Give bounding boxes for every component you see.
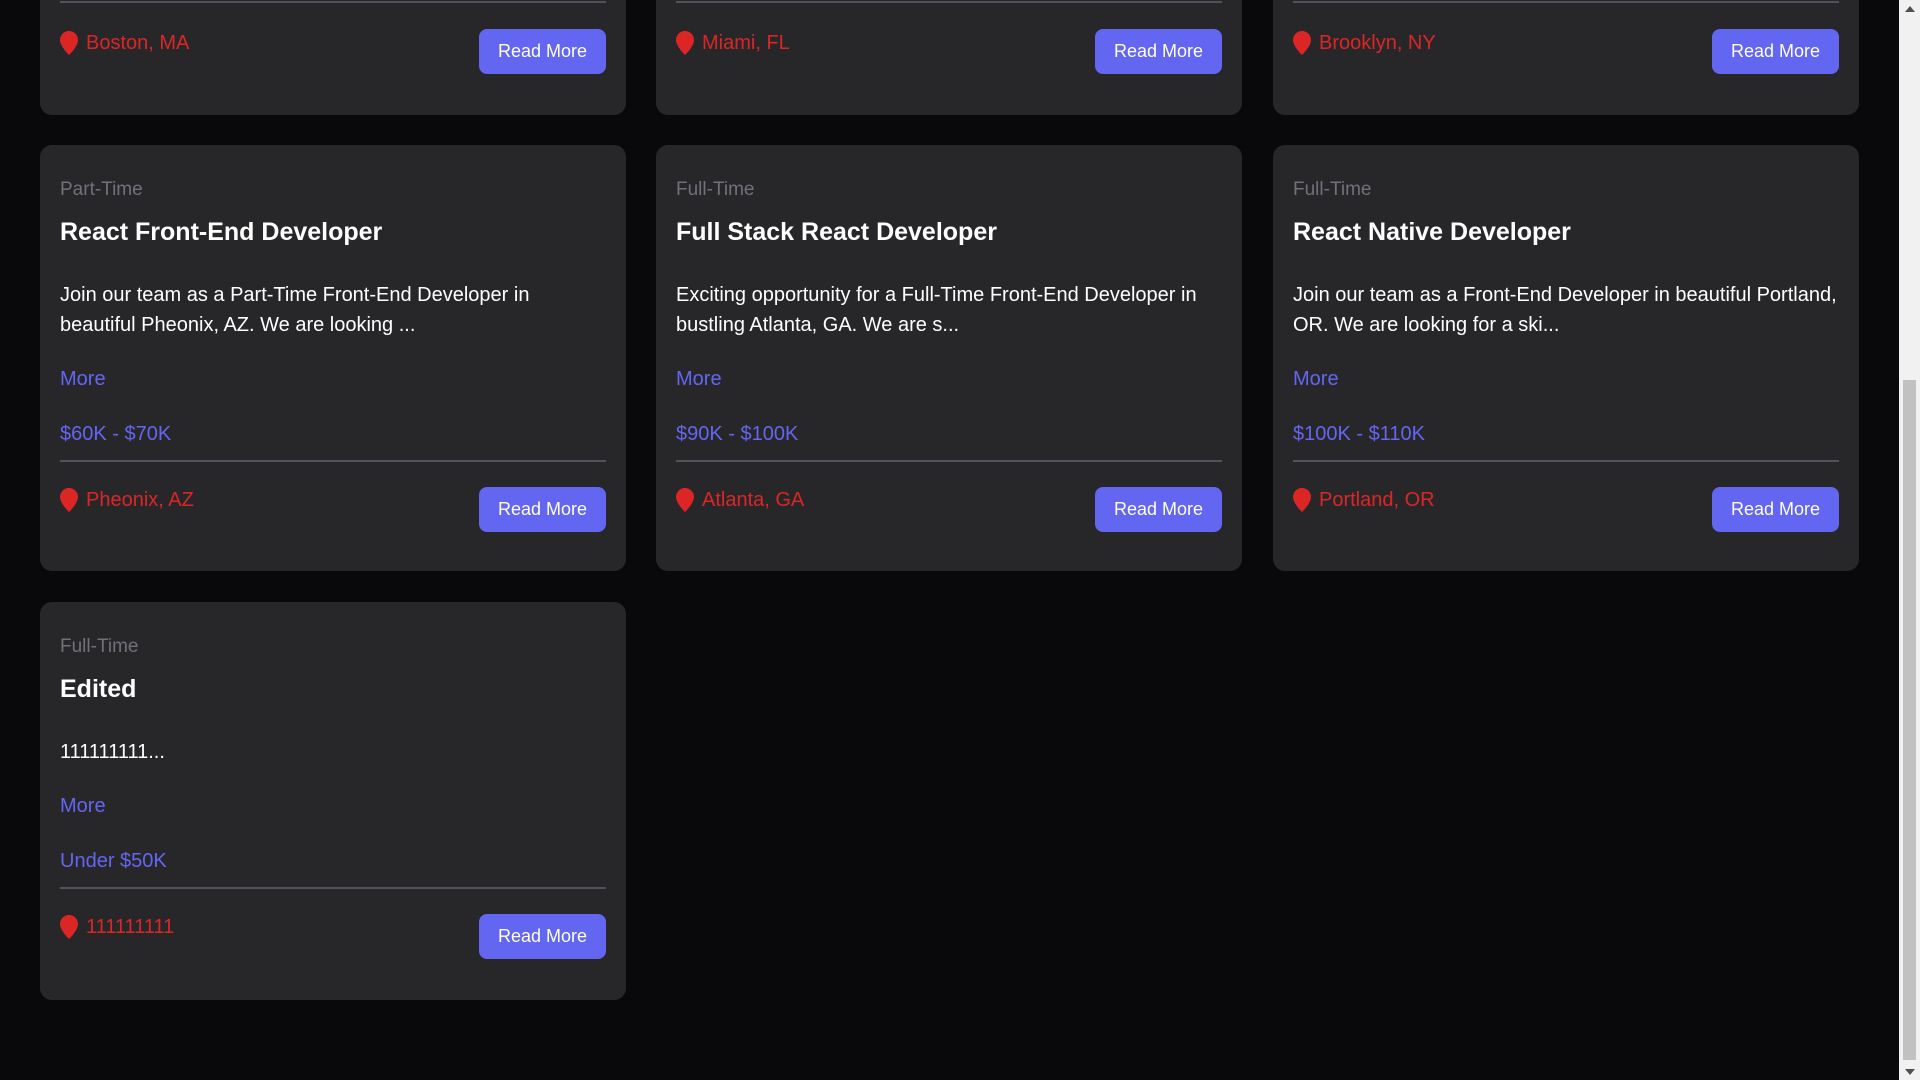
job-location-text: Brooklyn, NY — [1319, 32, 1436, 54]
arrow-up-icon — [1904, 5, 1915, 12]
job-location: Portland, OR — [1293, 488, 1435, 512]
job-card: Part-Time React Front-End Developer Join… — [40, 145, 626, 571]
job-card: Miami, FL Read More — [656, 0, 1242, 115]
map-pin-icon — [60, 915, 78, 939]
job-location: 111111111 — [60, 915, 174, 939]
more-link[interactable]: More — [60, 367, 106, 391]
map-pin-icon — [1293, 488, 1311, 512]
job-title: React Front-End Developer — [60, 218, 383, 246]
job-location: Brooklyn, NY — [1293, 31, 1436, 55]
card-divider — [60, 1, 606, 3]
job-location: Boston, MA — [60, 31, 189, 55]
card-divider — [676, 460, 1222, 462]
job-location: Miami, FL — [676, 31, 790, 55]
job-location-text: 111111111 — [86, 916, 175, 938]
scroll-down-arrow[interactable] — [1899, 1063, 1920, 1080]
job-title: Full Stack React Developer — [676, 218, 997, 246]
job-type: Part-Time — [60, 179, 143, 200]
job-description: Join our team as a Part-Time Front-End D… — [60, 284, 530, 336]
map-pin-icon — [60, 31, 78, 55]
job-location-text: Atlanta, GA — [702, 489, 805, 511]
job-salary: $60K - $70K — [60, 423, 172, 445]
more-link[interactable]: More — [676, 367, 722, 391]
card-divider — [60, 460, 606, 462]
job-location-text: Pheonix, AZ — [86, 489, 194, 511]
job-description: 111111111... — [60, 741, 165, 763]
read-more-button[interactable]: Read More — [1095, 29, 1222, 74]
map-pin-icon — [1293, 31, 1311, 55]
scrollbar-thumb[interactable] — [1903, 380, 1916, 1060]
job-type: Full-Time — [60, 636, 139, 657]
card-divider — [1293, 1, 1839, 3]
job-description: Exciting opportunity for a Full-Time Fro… — [676, 284, 1197, 336]
read-more-button[interactable]: Read More — [479, 914, 606, 959]
job-title: Edited — [60, 675, 137, 703]
read-more-button[interactable]: Read More — [1095, 487, 1222, 532]
job-location-text: Miami, FL — [702, 32, 790, 54]
card-divider — [60, 887, 606, 889]
job-location: Pheonix, AZ — [60, 488, 194, 512]
scroll-up-arrow[interactable] — [1899, 0, 1920, 17]
job-description: Join our team as a Front-End Developer i… — [1293, 284, 1837, 336]
job-salary: $90K - $100K — [676, 423, 799, 445]
job-card: Full-Time Full Stack React Developer Exc… — [656, 145, 1242, 571]
job-salary: $100K - $110K — [1293, 423, 1425, 445]
job-type: Full-Time — [676, 179, 755, 200]
map-pin-icon — [676, 31, 694, 55]
job-type: Full-Time — [1293, 179, 1372, 200]
map-pin-icon — [60, 488, 78, 512]
job-card: Full-Time React Native Developer Join ou… — [1273, 145, 1859, 571]
card-divider — [1293, 460, 1839, 462]
map-pin-icon — [676, 488, 694, 512]
read-more-button[interactable]: Read More — [1712, 29, 1839, 74]
job-salary: Under $50K — [60, 850, 167, 872]
job-location-text: Boston, MA — [86, 32, 190, 54]
more-link[interactable]: More — [1293, 367, 1339, 391]
card-divider — [676, 1, 1222, 3]
job-listings-page: Boston, MA Read More Miami, FL Read More… — [0, 0, 1899, 1080]
more-link[interactable]: More — [60, 794, 106, 818]
read-more-button[interactable]: Read More — [1712, 487, 1839, 532]
read-more-button[interactable]: Read More — [479, 487, 606, 532]
job-location-text: Portland, OR — [1319, 489, 1435, 511]
job-card: Brooklyn, NY Read More — [1273, 0, 1859, 115]
read-more-button[interactable]: Read More — [479, 29, 606, 74]
job-card: Boston, MA Read More — [40, 0, 626, 115]
job-title: React Native Developer — [1293, 218, 1571, 246]
job-card: Full-Time Edited 111111111... More Under… — [40, 602, 626, 1000]
arrow-down-icon — [1904, 1068, 1915, 1075]
page-scrollbar[interactable] — [1899, 0, 1920, 1080]
job-location: Atlanta, GA — [676, 488, 804, 512]
